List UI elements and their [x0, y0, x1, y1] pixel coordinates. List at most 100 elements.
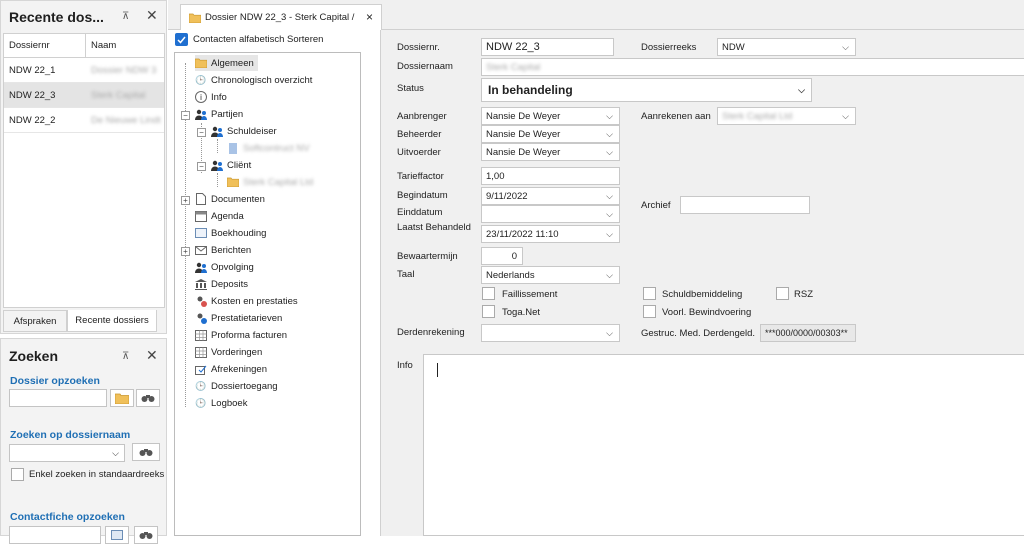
- uitvoerder-dropdown[interactable]: Nansie De Weyer ⌵: [481, 143, 620, 161]
- open-folder-button[interactable]: [110, 389, 134, 407]
- folder-icon: [195, 57, 207, 69]
- tab-dossier[interactable]: Dossier NDW 22_3 - Sterk Capital / ×: [180, 4, 382, 30]
- expand-berichten-icon[interactable]: +: [181, 247, 190, 256]
- expand-documenten-icon[interactable]: +: [181, 196, 190, 205]
- derdenrekening-label: Derdenrekening: [397, 327, 465, 338]
- tree-item-agenda[interactable]: Agenda: [195, 208, 244, 224]
- grid-icon: [195, 346, 207, 358]
- tree-item-boekhouding[interactable]: Boekhouding: [195, 225, 266, 241]
- uitvoerder-label: Uitvoerder: [397, 147, 441, 158]
- contact-search-input[interactable]: [9, 526, 101, 544]
- faillissement-checkbox[interactable]: [482, 287, 495, 300]
- binoculars-icon: [139, 449, 153, 456]
- beheerder-dropdown[interactable]: Nansie De Weyer ⌵: [481, 125, 620, 143]
- dossierreeks-value: NDW: [722, 41, 745, 53]
- folder-icon: [115, 393, 129, 404]
- gestruc-label: Gestruc. Med. Derdengeld.: [641, 328, 756, 339]
- tree-item-label: Schuldeiser: [227, 125, 277, 137]
- dossiernaam-field[interactable]: Sterk Capital: [481, 58, 1024, 76]
- search-contact-button[interactable]: [134, 526, 158, 544]
- collapse-schuldeiser-icon[interactable]: −: [197, 128, 206, 137]
- uitvoerder-value: Nansie De Weyer: [486, 146, 561, 158]
- pin-icon[interactable]: ⊼: [122, 351, 129, 362]
- pin-icon[interactable]: ⊼: [122, 11, 129, 22]
- dossierreeks-dropdown[interactable]: NDW ⌵: [717, 38, 856, 56]
- name-search-dropdown[interactable]: ⌵: [9, 444, 125, 462]
- tree-item-dossiertoegang[interactable]: 🕒 Dossiertoegang: [195, 378, 277, 394]
- collapse-client-icon[interactable]: −: [197, 162, 206, 171]
- chevron-down-icon: ⌵: [606, 229, 613, 239]
- gestruc-field[interactable]: ***000/0000/00303**: [760, 324, 856, 342]
- sort-alphabetical-checkbox[interactable]: [175, 33, 188, 46]
- row-dossiernr: NDW 22_1: [9, 64, 56, 76]
- tarieffactor-field[interactable]: 1,00: [481, 167, 620, 185]
- close-icon[interactable]: ✕: [146, 347, 158, 364]
- tree-item-info[interactable]: i Info: [195, 89, 227, 105]
- taal-value: Nederlands: [486, 269, 535, 281]
- search-name-button[interactable]: [132, 443, 160, 461]
- tree-item-kosten[interactable]: Kosten en prestaties: [195, 293, 298, 309]
- recent-panel-title: Recente dos...: [9, 9, 104, 25]
- einddatum-dropdown[interactable]: ⌵: [481, 205, 620, 223]
- collapse-partijen-icon[interactable]: −: [181, 111, 190, 120]
- aanrekenen-dropdown[interactable]: Sterk Capital Ltd ⌵: [717, 107, 856, 125]
- tab-afspraken[interactable]: Afspraken: [3, 310, 67, 332]
- tree-item-client[interactable]: Cliënt: [211, 157, 251, 173]
- tree-item-documenten[interactable]: Documenten: [195, 191, 265, 207]
- aanrekenen-value: Sterk Capital Ltd: [722, 110, 793, 122]
- tree-item-berichten[interactable]: Berichten: [195, 242, 251, 258]
- table-row[interactable]: NDW 22_2 De Nieuwe Lindt: [4, 108, 164, 133]
- tree-item-chronologisch[interactable]: 🕒 Chronologisch overzicht: [195, 72, 312, 88]
- envelope-icon: [195, 244, 207, 256]
- tree-item-client-contact[interactable]: Sterk Capital Ltd: [227, 174, 313, 190]
- toganet-checkbox[interactable]: [482, 305, 495, 318]
- laatst-behandeld-label: Laatst Behandeld: [397, 222, 471, 233]
- table-row[interactable]: NDW 22_1 Dossier NDW 3: [4, 58, 164, 83]
- folder-icon: [227, 176, 239, 188]
- schuldbemiddeling-checkbox[interactable]: [643, 287, 656, 300]
- close-icon[interactable]: ✕: [146, 7, 158, 24]
- tree-item-deposits[interactable]: Deposits: [195, 276, 248, 292]
- tree-item-label: Chronologisch overzicht: [211, 74, 313, 86]
- tree-item-logboek[interactable]: 🕒 Logboek: [195, 395, 247, 411]
- bewaartermijn-field[interactable]: 0: [481, 247, 523, 265]
- taal-dropdown[interactable]: Nederlands ⌵: [481, 266, 620, 284]
- tab-recente-dossiers[interactable]: Recente dossiers: [67, 310, 157, 332]
- laatst-behandeld-dropdown[interactable]: 23/11/2022 11:10 ⌵: [481, 225, 620, 243]
- close-tab-icon[interactable]: ×: [366, 10, 373, 24]
- tree-item-partijen[interactable]: Partijen: [195, 106, 243, 122]
- tree-item-vorderingen[interactable]: Vorderingen: [195, 344, 262, 360]
- dossiernaam-label: Dossiernaam: [397, 61, 453, 72]
- dossiernr-field[interactable]: NDW 22_3: [481, 38, 614, 56]
- column-header-naam[interactable]: Naam: [86, 34, 164, 57]
- chevron-down-icon: ⌵: [606, 129, 613, 139]
- derdenrekening-dropdown[interactable]: ⌵: [481, 324, 620, 342]
- tree-item-schuldeiser-contact[interactable]: Softcontruct NV: [227, 140, 310, 156]
- status-label: Status: [397, 83, 424, 94]
- tree-item-prestatietarieven[interactable]: Prestatietarieven: [195, 310, 282, 326]
- chevron-down-icon: ⌵: [606, 270, 613, 280]
- tree-item-algemeen[interactable]: Algemeen: [195, 55, 258, 71]
- standard-series-checkbox[interactable]: [11, 468, 24, 481]
- begindatum-dropdown[interactable]: 9/11/2022 ⌵: [481, 187, 620, 205]
- tree-item-opvolging[interactable]: Opvolging: [195, 259, 254, 275]
- column-header-dossiernr[interactable]: Dossiernr: [4, 34, 86, 57]
- dossierreeks-label: Dossierreeks: [641, 42, 697, 53]
- info-textarea[interactable]: [423, 354, 1024, 536]
- dossier-search-input[interactable]: [9, 389, 107, 407]
- archief-field[interactable]: [680, 196, 810, 214]
- contact-card-button[interactable]: [105, 526, 129, 544]
- tree-item-proforma[interactable]: Proforma facturen: [195, 327, 287, 343]
- bewindvoering-label: Voorl. Bewindvoering: [662, 307, 752, 318]
- tree-item-schuldeiser[interactable]: Schuldeiser: [211, 123, 277, 139]
- table-row[interactable]: NDW 22_3 Sterk Capital: [4, 83, 164, 108]
- search-dossier-button[interactable]: [136, 389, 160, 407]
- status-dropdown[interactable]: In behandeling ⌵: [481, 78, 812, 102]
- folder-icon: [189, 13, 201, 23]
- aanbrenger-dropdown[interactable]: Nansie De Weyer ⌵: [481, 107, 620, 125]
- row-naam: Sterk Capital: [91, 89, 146, 101]
- tree-item-label: Prestatietarieven: [211, 312, 283, 324]
- rsz-checkbox[interactable]: [776, 287, 789, 300]
- tree-item-afrekeningen[interactable]: Afrekeningen: [195, 361, 267, 377]
- bewindvoering-checkbox[interactable]: [643, 305, 656, 318]
